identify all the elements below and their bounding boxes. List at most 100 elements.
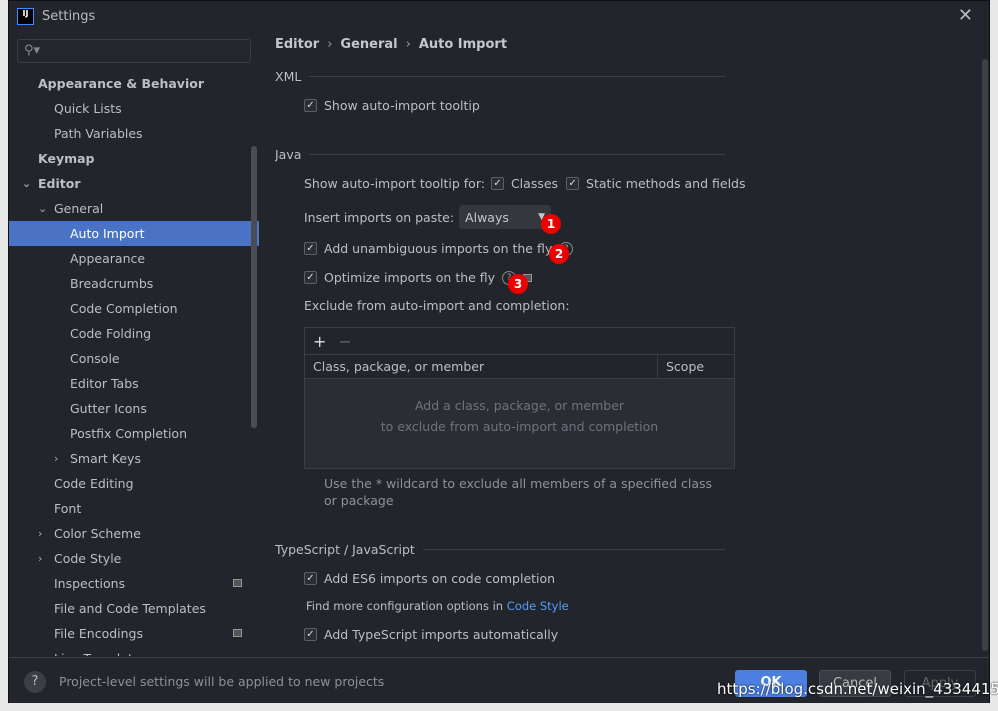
ts-auto-imports[interactable]: ✓ Add TypeScript imports automatically: [304, 627, 558, 642]
tree-item[interactable]: › Color Scheme: [9, 521, 259, 546]
tree-scrollbar[interactable]: [251, 146, 257, 428]
close-icon[interactable]: ✕: [958, 5, 973, 26]
checkbox-checked-icon[interactable]: ✓: [304, 99, 317, 112]
tree-item-label: Editor Tabs: [70, 376, 139, 391]
tree-item[interactable]: Console: [9, 346, 259, 371]
title-bar: IJ Settings ✕: [9, 1, 989, 31]
tree-item-label: Editor: [38, 176, 81, 191]
tree-item[interactable]: Live Templates: [9, 646, 259, 656]
tree-item[interactable]: Postfix Completion: [9, 421, 259, 446]
tree-item[interactable]: Code Completion: [9, 296, 259, 321]
tree-item[interactable]: Appearance & Behavior: [9, 71, 259, 96]
column-member[interactable]: Class, package, or member: [305, 355, 658, 378]
chevron-right-icon[interactable]: ›: [38, 521, 42, 546]
static-checkbox[interactable]: ✓: [566, 177, 580, 190]
tree-item-label: Code Folding: [70, 326, 152, 341]
tree-item[interactable]: File and Code Templates: [9, 596, 259, 621]
tree-item-label: Path Variables: [54, 126, 143, 141]
tree-item-label: Console: [70, 351, 120, 366]
tree-item-label: Appearance & Behavior: [38, 76, 204, 91]
main-scrollbar[interactable]: [982, 59, 988, 651]
checkbox-checked-icon[interactable]: ✓: [304, 271, 317, 284]
tree-item-label: Inspections: [54, 576, 126, 591]
unambiguous-imports[interactable]: ✓Add unambiguous imports on the fly?: [304, 241, 574, 256]
tree-item[interactable]: Quick Lists: [9, 96, 259, 121]
insert-imports-dropdown[interactable]: Always ▼: [459, 205, 552, 229]
table-toolbar: + −: [305, 328, 734, 355]
tree-item-label: Quick Lists: [54, 101, 122, 116]
tree-item-label: General: [54, 201, 104, 216]
remove-icon[interactable]: −: [338, 332, 351, 351]
tree-item[interactable]: File Encodings: [9, 621, 259, 646]
tree-item[interactable]: ⌄ Editor: [9, 171, 259, 196]
help-icon[interactable]: ?: [24, 671, 46, 693]
exclude-label: Exclude from auto-import and completion:: [304, 298, 570, 313]
annotation-badge-3: 3: [508, 274, 528, 294]
classes-checkbox[interactable]: ✓: [490, 177, 504, 190]
tree-item[interactable]: › Smart Keys: [9, 446, 259, 471]
auto-import-panel: Editor › General › Auto Import XML ✓ Show aut…: [275, 31, 975, 656]
xml-show-tooltip[interactable]: ✓ Show auto-import tooltip: [304, 98, 480, 113]
watermark: https://blog.csdn.net/weixin_43344151: [717, 680, 998, 698]
insert-imports-row: Insert imports on paste: Always ▼: [304, 205, 552, 229]
xml-section-header: XML: [275, 69, 725, 84]
tree-item[interactable]: Appearance: [9, 246, 259, 271]
annotation-badge-2: 2: [549, 244, 569, 264]
tree-item-label: Color Scheme: [54, 526, 141, 541]
search-icon: ⚲▾: [24, 43, 41, 58]
checkbox-checked-icon[interactable]: ✓: [304, 628, 317, 641]
chevron-down-icon[interactable]: ⌄: [22, 171, 31, 196]
checkbox-checked-icon[interactable]: ✓: [304, 572, 317, 585]
breadcrumb: Editor › General › Auto Import: [275, 37, 508, 52]
tree-item-label: Smart Keys: [70, 451, 141, 466]
breadcrumb-general[interactable]: General: [340, 37, 397, 52]
tree-item[interactable]: Breadcrumbs: [9, 271, 259, 296]
tree-item-label: Gutter Icons: [70, 401, 147, 416]
tree-item[interactable]: › Code Style: [9, 546, 259, 571]
tree-item-label: Live Templates: [54, 651, 147, 656]
project-icon: [233, 579, 242, 587]
tree-item[interactable]: Font: [9, 496, 259, 521]
wildcard-hint: Use the * wildcard to exclude all member…: [324, 476, 713, 508]
project-icon: [233, 629, 242, 637]
es6-imports[interactable]: ✓ Add ES6 imports on code completion: [304, 571, 555, 586]
tree-item-label: Auto Import: [70, 226, 145, 241]
settings-tree: Appearance & Behavior Quick Lists Path Var…: [9, 71, 259, 656]
window-title: Settings: [42, 8, 96, 24]
tree-item[interactable]: Path Variables: [9, 121, 259, 146]
tree-item-label: Font: [54, 501, 82, 516]
tree-item[interactable]: Keymap: [9, 146, 259, 171]
tree-item[interactable]: Gutter Icons: [9, 396, 259, 421]
tree-item[interactable]: ⌄ General: [9, 196, 259, 221]
tree-item-label: Code Completion: [70, 301, 178, 316]
code-style-link[interactable]: Code Style: [507, 599, 569, 613]
chevron-right-icon[interactable]: ›: [54, 446, 58, 471]
optimize-imports[interactable]: ✓Optimize imports on the fly?: [304, 270, 533, 285]
tree-item[interactable]: Auto Import: [9, 221, 259, 246]
tree-item[interactable]: Code Editing: [9, 471, 259, 496]
search-input[interactable]: ⚲▾: [17, 39, 251, 63]
add-icon[interactable]: +: [313, 332, 326, 351]
java-tooltip-row: Show auto-import tooltip for: ✓ Classes ✓…: [304, 176, 746, 191]
java-section-header: Java: [275, 147, 725, 162]
ts-section-header: TypeScript / JavaScript: [275, 542, 725, 557]
tree-item-label: Breadcrumbs: [70, 276, 154, 291]
tree-item-label: Postfix Completion: [70, 426, 187, 441]
tree-item-label: File and Code Templates: [54, 601, 206, 616]
tree-item-label: Code Style: [54, 551, 122, 566]
chevron-down-icon[interactable]: ⌄: [38, 196, 47, 221]
table-header: Class, package, or member Scope: [305, 355, 734, 379]
breadcrumb-editor[interactable]: Editor: [275, 37, 319, 52]
tree-item[interactable]: Inspections: [9, 571, 259, 596]
tree-item-label: Appearance: [70, 251, 146, 266]
checkbox-checked-icon[interactable]: ✓: [304, 242, 317, 255]
tree-item[interactable]: Code Folding: [9, 321, 259, 346]
tree-item[interactable]: Editor Tabs: [9, 371, 259, 396]
more-config: Find more configuration options in Code …: [306, 599, 569, 613]
footer-message: Project-level settings will be applied t…: [59, 674, 385, 689]
tree-item-label: Keymap: [38, 151, 95, 166]
tree-item-label: File Encodings: [54, 626, 144, 641]
chevron-right-icon[interactable]: ›: [38, 546, 42, 571]
annotation-badge-1: 1: [541, 214, 561, 234]
column-scope[interactable]: Scope: [658, 355, 704, 378]
